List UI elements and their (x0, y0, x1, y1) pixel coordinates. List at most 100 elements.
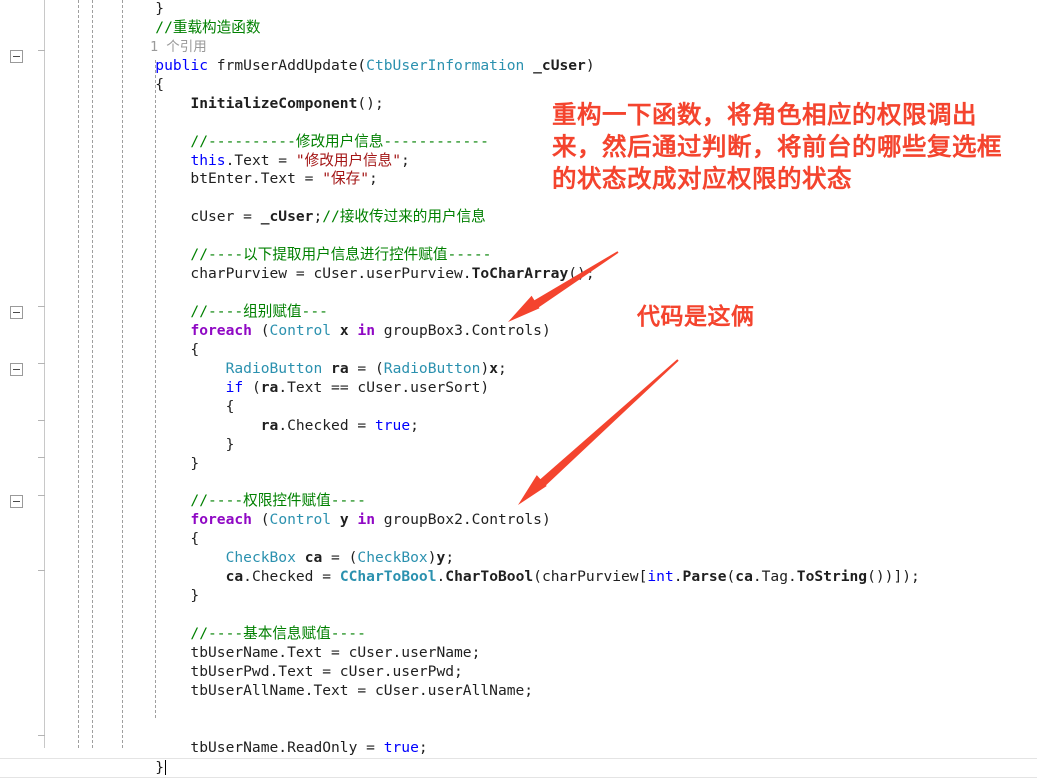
code-line[interactable] (0, 284, 1037, 303)
code-line[interactable]: { (0, 341, 1037, 360)
code-token: ) (585, 56, 595, 74)
code-token: ( (726, 568, 736, 586)
code-line[interactable]: foreach (Control x in groupBox3.Controls… (0, 322, 1037, 341)
code-line[interactable]: { (0, 398, 1037, 417)
code-line[interactable]: tbUserPwd.Text = cUser.userPwd; (0, 663, 1037, 682)
code-token: tbUserPwd.Text = cUser.userPwd; (85, 662, 463, 680)
code-editor[interactable]: } //重载构造函数 1 个引用 public frmUserAddUpdate… (0, 0, 1037, 778)
code-token: ( (251, 511, 270, 529)
code-line[interactable]: RadioButton ra = (RadioButton)x; (0, 360, 1037, 379)
code-token: if (225, 378, 244, 396)
code-token: ; (401, 151, 410, 169)
code-token: . (436, 568, 446, 586)
code-token: //重载构造函数 (85, 18, 261, 36)
code-token: (charPurview[ (533, 568, 648, 586)
annotation-sub-note: 代码是这俩 (637, 304, 755, 330)
code-token: ; (410, 416, 419, 434)
text-cursor (165, 759, 167, 775)
code-token: ToCharArray (471, 265, 569, 283)
code-line[interactable] (0, 473, 1037, 492)
fold-marker-if-block[interactable] (10, 363, 23, 376)
code-token: ca (735, 568, 753, 586)
code-token: } (85, 435, 235, 453)
code-token: ; (445, 549, 455, 567)
code-line[interactable]: foreach (Control y in groupBox2.Controls… (0, 511, 1037, 530)
code-line[interactable]: { (0, 530, 1037, 549)
code-token: "保存" (322, 170, 369, 188)
code-token: ca (304, 549, 323, 567)
code-line[interactable]: 1 个引用 (0, 38, 1037, 57)
code-token: ; (369, 170, 378, 188)
code-line[interactable]: ca.Checked = CCharToBool.CharToBool(char… (0, 568, 1037, 587)
code-token: foreach (190, 321, 252, 339)
code-line[interactable]: } (0, 455, 1037, 474)
code-line[interactable]: tbUserName.Text = cUser.userName; (0, 644, 1037, 663)
code-line[interactable]: //----以下提取用户信息进行控件赋值----- (0, 246, 1037, 265)
code-token: foreach (190, 511, 252, 529)
code-token: CheckBox (225, 549, 296, 567)
code-token: .Tag. (752, 568, 797, 586)
code-token: true (383, 738, 419, 756)
fold-marker-foreach-2[interactable] (10, 495, 23, 508)
fold-marker-constructor[interactable] (10, 50, 23, 63)
fold-marker-foreach-1[interactable] (10, 306, 23, 319)
code-line[interactable]: ra.Checked = true; (0, 417, 1037, 436)
code-token: ra (260, 416, 279, 434)
code-line[interactable]: charPurview = cUser.userPurview.ToCharAr… (0, 265, 1037, 284)
code-token: groupBox2.Controls) (375, 511, 551, 529)
code-line[interactable]: CheckBox ca = (CheckBox)y; (0, 549, 1037, 568)
code-token: "修改用户信息" (295, 151, 402, 169)
code-line[interactable]: } (0, 587, 1037, 606)
code-line[interactable]: { (0, 76, 1037, 95)
code-line[interactable] (0, 227, 1037, 246)
code-line[interactable]: //----权限控件赋值---- (0, 492, 1037, 511)
code-line[interactable]: if (ra.Text == cUser.userSort) (0, 379, 1037, 398)
code-line[interactable]: //----基本信息赋值---- (0, 625, 1037, 644)
code-line[interactable] (0, 720, 1037, 739)
code-token: tbUserAllName.Text = cUser.userAllName; (85, 681, 534, 699)
code-token: ToString (796, 568, 868, 586)
code-token: = ( (348, 359, 384, 377)
code-line[interactable]: } (0, 436, 1037, 455)
code-line[interactable]: tbUserAllName.Text = cUser.userAllName; (0, 682, 1037, 701)
code-token: .Text = (225, 151, 296, 169)
code-token: //----基本信息赋值---- (85, 624, 366, 642)
code-token: 1 个引用 (85, 38, 207, 55)
code-token: { (85, 75, 165, 93)
code-line[interactable]: //----组别赋值--- (0, 303, 1037, 322)
code-line[interactable]: public frmUserAddUpdate(CtbUserInformati… (0, 57, 1037, 76)
code-line[interactable] (0, 701, 1037, 720)
code-line[interactable]: cUser = _cUser;//接收传过来的用户信息 (0, 208, 1037, 227)
code-token: .Text == cUser.userSort) (278, 378, 490, 396)
code-token: { (85, 530, 200, 548)
code-token: Control (269, 321, 332, 339)
code-token: cUser = (85, 208, 261, 226)
code-line[interactable]: //重载构造函数 (0, 19, 1037, 38)
code-line[interactable] (0, 606, 1037, 625)
code-line[interactable]: tbUserName.ReadOnly = true; (0, 739, 1037, 758)
code-line[interactable]: } (0, 0, 1037, 19)
code-token: //----以下提取用户信息进行控件赋值----- (85, 246, 492, 264)
code-token: true (374, 416, 411, 434)
code-token: ())]); (867, 568, 920, 586)
code-token: //----------修改用户信息------------ (85, 132, 489, 150)
code-token: . (673, 568, 683, 586)
code-token: ; (313, 208, 323, 226)
code-token: tbUserName.Text = cUser.userName; (85, 643, 481, 661)
code-token: ; (498, 359, 507, 377)
code-token: CheckBox (357, 549, 428, 567)
code-token: ) (480, 359, 490, 377)
code-token: x (339, 321, 349, 339)
code-token: } (85, 758, 165, 776)
code-token: (); (568, 265, 595, 283)
code-token: ra (260, 378, 279, 396)
code-token: { (85, 397, 235, 415)
code-line[interactable]: } (0, 757, 1037, 778)
